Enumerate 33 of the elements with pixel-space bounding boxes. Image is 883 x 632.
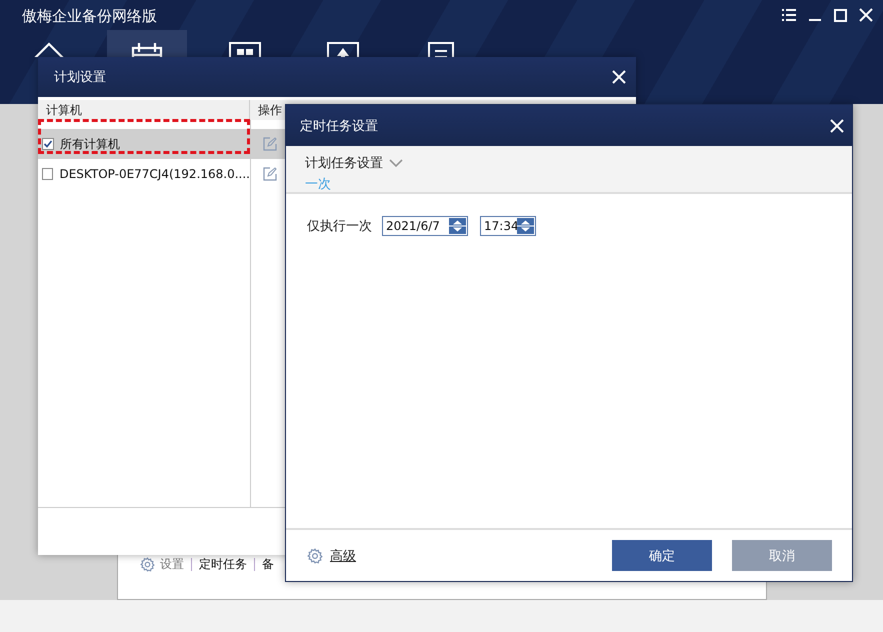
computer-row[interactable]: DESKTOP-0E77CJ4(192.168.0.... <box>38 159 250 189</box>
settings-icon <box>140 557 155 572</box>
dialog-title: 定时任务设置 <box>300 118 379 134</box>
home-icon <box>32 42 66 57</box>
tab-label[interactable]: 定时任务 <box>199 556 247 573</box>
tab-label[interactable]: 设置 <box>160 556 184 573</box>
close-icon[interactable] <box>612 70 626 84</box>
advanced-link[interactable]: 高级 <box>330 546 356 564</box>
checkbox[interactable] <box>42 138 54 150</box>
date-field[interactable]: 2021/6/7 <box>382 216 468 236</box>
spinner-icon[interactable] <box>517 218 534 234</box>
time-field[interactable]: 17:34 <box>480 216 536 236</box>
nav-tab[interactable] <box>107 30 187 57</box>
confirm-button[interactable]: 确定 <box>612 540 712 571</box>
close-icon[interactable] <box>830 118 844 132</box>
settings-icon <box>307 548 323 564</box>
close-icon[interactable] <box>859 8 873 22</box>
run-once-label: 仅执行一次 <box>307 218 372 235</box>
maximize-icon[interactable] <box>834 8 847 22</box>
checkbox[interactable] <box>42 168 54 180</box>
app-title: 傲梅企业备份网络版 <box>22 6 158 26</box>
menu-icon[interactable] <box>782 9 796 21</box>
chevron-down-icon[interactable] <box>389 158 403 168</box>
column-header: 计算机 <box>38 100 250 120</box>
computer-name: 所有计算机 <box>60 136 120 152</box>
tab-label[interactable]: 备 <box>262 556 274 573</box>
column-header: 操作 <box>257 102 282 118</box>
spinner-icon[interactable] <box>449 218 466 234</box>
computer-row[interactable]: 所有计算机 <box>38 129 250 159</box>
section-label: 计划任务设置 <box>305 155 383 172</box>
edit-icon[interactable] <box>263 167 277 181</box>
computer-name: DESKTOP-0E77CJ4(192.168.0.... <box>59 167 250 181</box>
dialog-title: 计划设置 <box>54 69 107 86</box>
